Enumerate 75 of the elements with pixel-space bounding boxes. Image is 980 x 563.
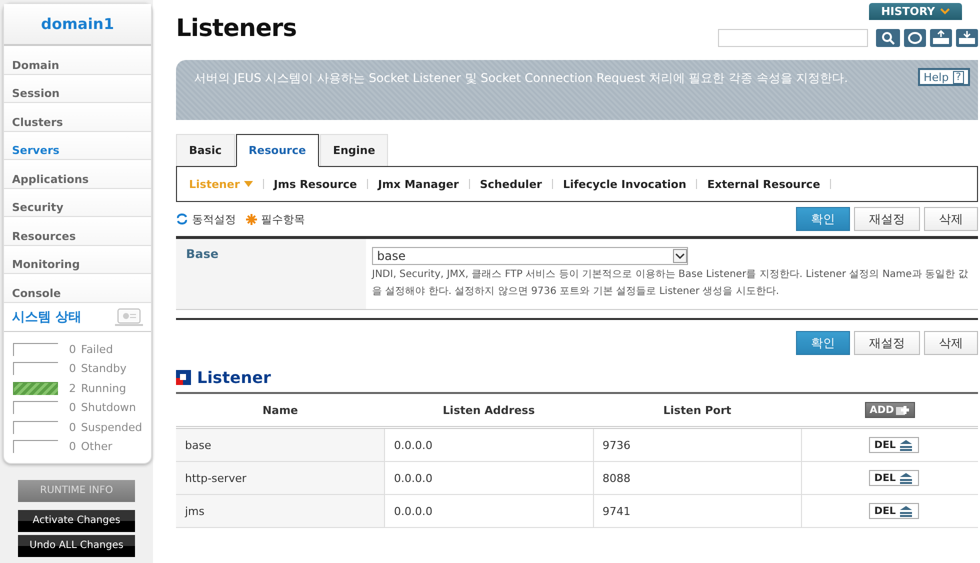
action-button[interactable]: Activate Changes xyxy=(18,510,135,532)
table-cell: base xyxy=(176,428,385,462)
nav-item[interactable]: Clusters xyxy=(4,103,151,132)
nav-item[interactable]: Security xyxy=(4,188,151,217)
history-button[interactable]: HISTORY xyxy=(869,3,962,20)
subtab[interactable]: Jmx Manager xyxy=(378,178,459,190)
stack-icon xyxy=(898,439,914,451)
table-cell: 9741 xyxy=(593,494,802,528)
status-count: 0 xyxy=(69,401,77,414)
search-field[interactable] xyxy=(718,29,868,47)
base-select[interactable]: base xyxy=(372,247,688,265)
nav-item[interactable]: Console xyxy=(4,274,151,302)
nav-item[interactable]: Session xyxy=(4,74,151,103)
status-count: 0 xyxy=(69,440,77,454)
table-cell: 0.0.0.0 xyxy=(384,428,594,462)
status-label: Running xyxy=(81,382,126,395)
nav-item[interactable]: Domain xyxy=(4,46,151,74)
status-label: Other xyxy=(81,440,112,454)
form-button[interactable]: 재설정 xyxy=(854,331,920,355)
subtab[interactable]: Lifecycle Invocation xyxy=(562,178,686,190)
status-count: 0 xyxy=(69,362,77,376)
form-button[interactable]: 삭제 xyxy=(924,331,978,355)
tab[interactable]: Resource xyxy=(236,134,319,167)
tab[interactable]: Engine xyxy=(320,134,388,166)
table-cell: 0.0.0.0 xyxy=(384,494,594,528)
chevron-icon xyxy=(940,8,950,15)
form-button[interactable]: 삭제 xyxy=(924,207,978,231)
download-icon[interactable] xyxy=(956,29,978,47)
nav-item[interactable]: Servers xyxy=(4,132,151,160)
subtab[interactable]: External Resource xyxy=(707,178,820,190)
upload-icon[interactable] xyxy=(930,29,952,47)
tab[interactable]: Basic xyxy=(176,134,235,166)
field-label: Base xyxy=(176,239,366,309)
status-title: 시스템 상태 xyxy=(12,308,82,326)
page-description: 서버의 JEUS 시스템이 사용하는 Socket Listener 및 Socket Connection Request 처리에 필요한 각종 속성을 지정한다. xyxy=(194,70,849,87)
refresh-icon[interactable] xyxy=(904,29,926,47)
dropdown-icon xyxy=(673,249,687,263)
section-icon xyxy=(176,370,191,384)
table-cell: jms xyxy=(176,494,385,528)
action-button[interactable]: Undo ALL Changes xyxy=(18,534,135,556)
asterisk-icon xyxy=(246,214,257,224)
search-icon[interactable] xyxy=(876,29,900,47)
stack-icon xyxy=(898,505,914,517)
table-cell: http-server xyxy=(176,462,385,494)
status-count: 2 xyxy=(69,382,77,395)
add-button[interactable]: ADD xyxy=(864,402,915,418)
domain-name: domain1 xyxy=(4,4,151,46)
table-cell: 0.0.0.0 xyxy=(384,462,594,494)
status-label: Failed xyxy=(81,342,113,356)
delete-button[interactable]: DEL xyxy=(869,437,919,453)
status-count: 0 xyxy=(69,342,77,356)
table-cell: 8088 xyxy=(593,462,802,494)
nav-item[interactable]: Resources xyxy=(4,217,151,246)
legend-label: 동적설정 xyxy=(192,212,236,226)
delete-button[interactable]: DEL xyxy=(869,470,919,486)
add-icon xyxy=(896,404,910,416)
status-label: Standby xyxy=(81,362,126,376)
section-title: Listener xyxy=(197,368,271,386)
subtab[interactable]: Jms Resource xyxy=(274,178,357,190)
nav-item[interactable]: Monitoring xyxy=(4,246,151,274)
subtab[interactable]: Scheduler xyxy=(480,178,542,190)
form-button[interactable]: 재설정 xyxy=(854,207,920,231)
page-title: Listeners xyxy=(176,14,297,44)
nav-item[interactable]: Applications xyxy=(4,160,151,188)
caret-icon xyxy=(244,181,253,187)
status-label: Suspended xyxy=(81,420,142,434)
stack-icon xyxy=(898,472,914,484)
delete-button[interactable]: DEL xyxy=(869,503,919,519)
table-cell: 9736 xyxy=(593,428,802,462)
sync-icon xyxy=(176,213,188,225)
status-label: Shutdown xyxy=(81,401,136,414)
help-button[interactable]: Help ? xyxy=(918,68,970,86)
legend-label: 필수항목 xyxy=(261,212,305,226)
status-count: 0 xyxy=(69,420,77,434)
field-help: JNDI, Security, JMX, 클래스 FTP 서비스 등이 기본적으로 이용하는 Base Listener를 지정한다. Listener 설정의 Name과 동일한 값을 설정해야 한다. 설정하지 않으면 9736 포트와 기본 설정들로 Listener 생성을 시도한다. xyxy=(372,268,970,299)
